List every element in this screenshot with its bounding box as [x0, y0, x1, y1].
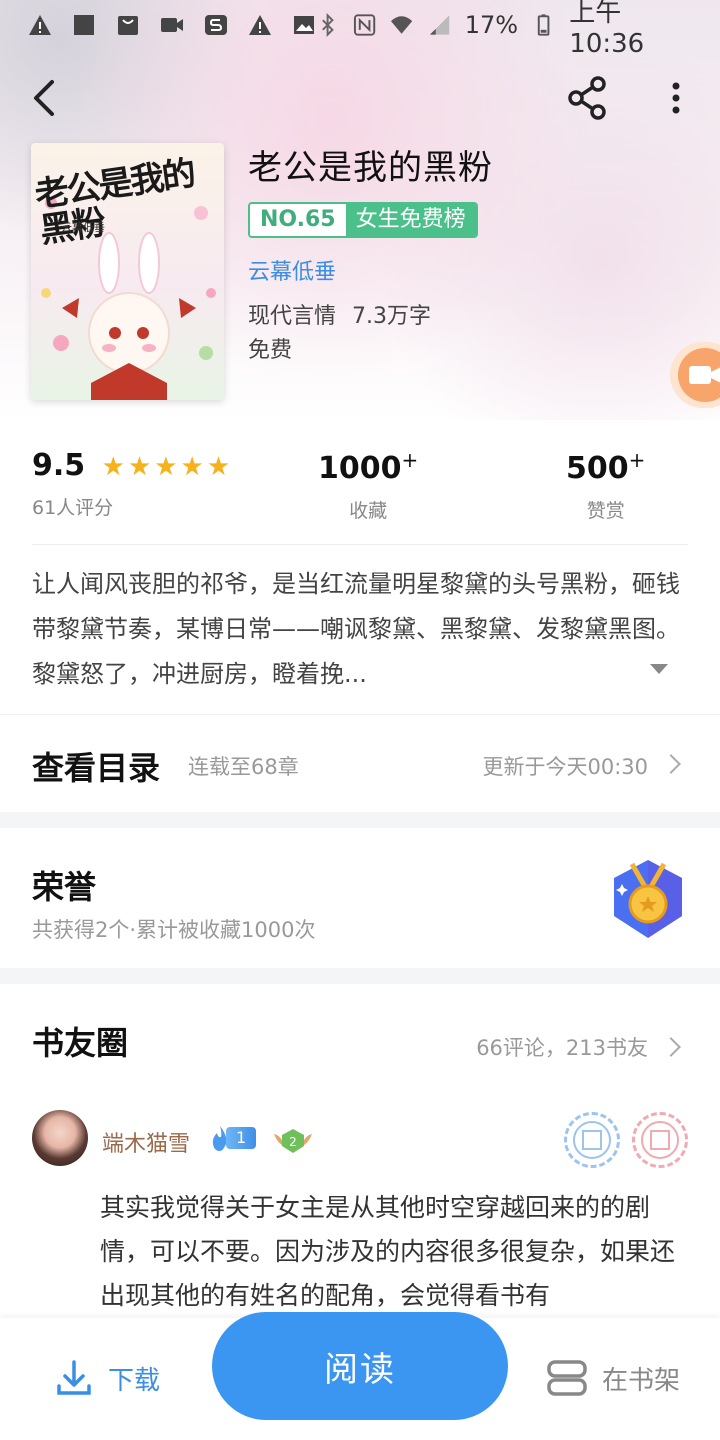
rating-count: 61人评分 [32, 497, 114, 519]
rank-badge[interactable]: NO.65 女生免费榜 [248, 202, 478, 238]
section-separator [0, 968, 720, 984]
author-link[interactable]: 云幕低垂 [248, 254, 336, 286]
download-label: 下载 [108, 1365, 161, 1396]
signal-icon [429, 15, 449, 35]
chevron-right-icon[interactable] [661, 1037, 681, 1057]
battery-icon [537, 14, 550, 36]
genre: 现代言情 [248, 304, 337, 329]
video-camera-icon [161, 18, 183, 32]
book-cover[interactable]: 老公是我的黑粉 云幕低垂 [31, 143, 224, 400]
rank-number: NO.65 [250, 204, 346, 236]
rank-list-name: 女生免费榜 [345, 204, 476, 236]
status-bar: 17% 上午10:36 [0, 0, 720, 59]
rewards-plus: + [628, 448, 646, 472]
fan-level-badge: 1 [208, 1124, 257, 1152]
fan-stamp-icon [632, 1112, 688, 1168]
star-icon: ★ [154, 451, 178, 482]
toc-title: 查看目录 [32, 749, 161, 787]
section-separator [0, 812, 720, 828]
favorites-stat: 1000+ 收藏 [318, 448, 418, 523]
bag-icon [118, 16, 138, 35]
avatar[interactable] [32, 1110, 88, 1166]
warning-icon [249, 15, 271, 35]
clock: 上午10:36 [569, 0, 645, 59]
comment-username[interactable]: 端木猫雪 [102, 1126, 190, 1158]
share-icon[interactable] [564, 74, 612, 122]
read-button[interactable]: 阅读 [212, 1312, 508, 1420]
favorites-label: 收藏 [349, 500, 388, 522]
star-icon: ★ [127, 451, 152, 482]
star-icon: ★ [206, 451, 231, 482]
expand-arrow-icon[interactable] [650, 664, 668, 674]
bluetooth-icon [322, 13, 334, 37]
chevron-right-icon [661, 754, 681, 774]
author-stamp-icon [564, 1112, 620, 1168]
more-options-icon[interactable] [660, 74, 692, 122]
download-icon [57, 1360, 91, 1395]
toc-progress: 连载至68章 [188, 755, 299, 779]
bookshelf-icon [547, 1360, 587, 1396]
rewards-stat[interactable]: 500+ 赞赏 [566, 448, 645, 523]
book-title: 老公是我的黑粉 [248, 148, 493, 188]
download-button[interactable]: 下载 [54, 1358, 160, 1398]
price: 免费 [248, 338, 293, 363]
bottom-action-bar: 下载 阅读 在书架 [0, 1312, 720, 1440]
image-icon [294, 16, 314, 34]
book-meta: 现代言情 7.3万字 [248, 298, 431, 330]
square-icon [74, 15, 94, 35]
top-navigation [0, 66, 720, 130]
rewards-label: 赞赏 [586, 500, 625, 522]
medal-icon[interactable] [610, 858, 686, 940]
wing-level-badge-icon: 2 [274, 1129, 312, 1153]
bookshelf-button[interactable]: 在书架 [546, 1358, 680, 1398]
toc-updated: 更新于今天00:30 [482, 755, 648, 779]
comment-text[interactable]: 其实我觉得关于女主是从其他时空穿越回来的的剧情，可以不要。因为涉及的内容很多很复… [100, 1186, 692, 1318]
wing-level-number: 2 [289, 1135, 297, 1149]
battery-percent: 17% [464, 11, 519, 39]
favorites-count: 1000 [318, 451, 402, 486]
rating-score: 9.5 [32, 448, 86, 483]
rewards-count: 500 [566, 451, 629, 486]
wifi-icon [391, 16, 413, 34]
warning-icon [29, 15, 51, 35]
cover-author: 云幕低垂 [61, 221, 105, 234]
word-count: 7.3万字 [352, 304, 432, 329]
book-circle-stats[interactable]: 66评论，213书友 [476, 1032, 648, 1062]
bookshelf-label: 在书架 [602, 1365, 681, 1396]
star-icon: ★ [180, 451, 204, 482]
notification-icons [28, 13, 316, 37]
book-circle-title: 书友圈 [32, 1024, 129, 1062]
favorites-plus: + [401, 448, 419, 472]
rating-stat[interactable]: 9.5 ★ ★ ★ ★ ★ 61人评分 [32, 448, 230, 520]
nfc-icon [354, 14, 376, 36]
divider [32, 544, 688, 545]
back-icon[interactable] [24, 74, 68, 122]
book-description[interactable]: 让人闻风丧胆的祁爷，是当红流量明星黎黛的头号黑粉，砸钱带黎黛节奏，某博日常——嘲… [32, 562, 692, 697]
table-of-contents-row[interactable]: 查看目录 连载至68章 更新于今天00:30 [0, 714, 720, 812]
s-app-icon [205, 15, 227, 35]
honor-title: 荣誉 [32, 868, 97, 906]
rating-stars: ★ ★ ★ ★ ★ [102, 454, 231, 480]
star-icon: ★ [101, 451, 125, 482]
video-camera-icon [678, 348, 720, 402]
honor-summary: 共获得2个·累计被收藏1000次 [32, 918, 316, 942]
fan-level-number: 1 [226, 1127, 257, 1149]
system-indicators: 17% 上午10:36 [316, 0, 692, 59]
